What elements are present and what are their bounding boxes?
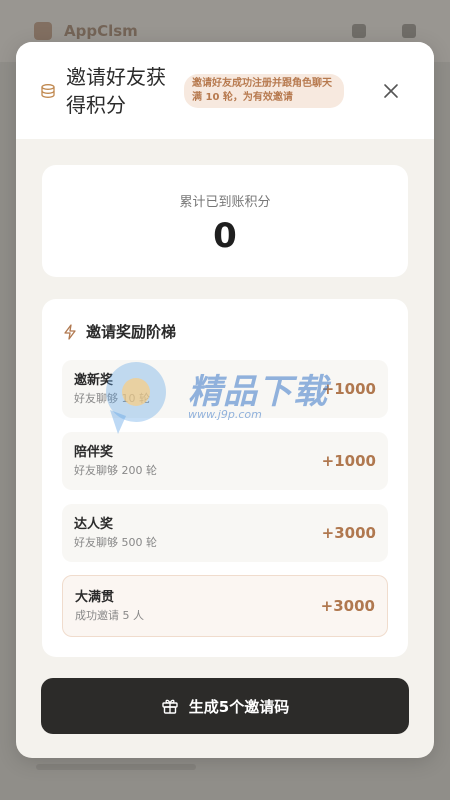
ladder-header: 邀请奖励阶梯 — [62, 321, 176, 342]
tier-points: +1000 — [321, 452, 376, 470]
close-icon[interactable] — [382, 82, 400, 100]
tier-points: +3000 — [320, 597, 375, 615]
lightning-icon — [64, 323, 76, 340]
tier-name: 达人奖 — [74, 516, 114, 532]
tier-item: 邀新奖 好友聊够 10 轮 +1000 — [62, 360, 388, 418]
tier-item-highlight: 大满贯 成功邀请 5 人 +3000 — [62, 575, 388, 637]
tier-desc: 好友聊够 200 轮 — [74, 463, 157, 477]
generate-button-label: 生成5个邀请码 — [188, 697, 290, 716]
points-value: 0 — [213, 216, 237, 256]
tier-points: +1000 — [321, 380, 376, 398]
ladder-title: 邀请奖励阶梯 — [86, 323, 177, 341]
tier-item: 陪伴奖 好友聊够 200 轮 +1000 — [62, 432, 388, 490]
tier-desc: 成功邀请 5 人 — [75, 608, 144, 622]
tier-name: 大满贯 — [75, 589, 115, 605]
tier-desc: 好友聊够 500 轮 — [74, 535, 157, 549]
modal-title: 邀请好友获得积分 — [66, 64, 166, 117]
tier-desc: 好友聊够 10 轮 — [74, 391, 150, 405]
info-badge: 邀请好友成功注册并跟角色聊天满 10 轮，为有效邀请 — [184, 73, 344, 108]
invite-modal: 邀请好友获得积分 邀请好友成功注册并跟角色聊天满 10 轮，为有效邀请 累计已到… — [16, 42, 434, 758]
points-label: 累计已到账积分 — [179, 195, 271, 210]
modal-header: 邀请好友获得积分 邀请好友成功注册并跟角色聊天满 10 轮，为有效邀请 — [16, 42, 434, 139]
reward-ladder-card: 邀请奖励阶梯 邀新奖 好友聊够 10 轮 +1000 陪伴奖 好友聊够 200 … — [42, 299, 408, 657]
tier-name: 陪伴奖 — [74, 444, 114, 460]
tier-name: 邀新奖 — [74, 372, 114, 388]
gift-icon — [162, 699, 178, 714]
tier-item: 达人奖 好友聊够 500 轮 +3000 — [62, 504, 388, 562]
generate-codes-button[interactable]: 生成5个邀请码 — [41, 678, 409, 734]
points-card: 累计已到账积分 0 — [42, 165, 408, 277]
coin-stack-icon — [41, 83, 55, 98]
tier-points: +3000 — [321, 524, 376, 542]
